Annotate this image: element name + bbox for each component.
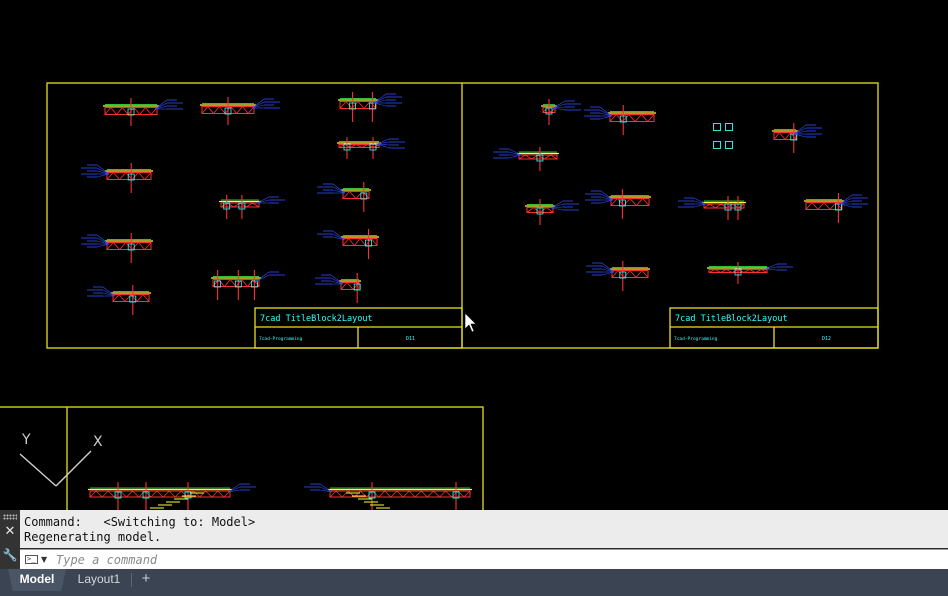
detail-drawing xyxy=(493,147,559,171)
detail-drawing xyxy=(525,199,579,225)
bolt-symbol xyxy=(713,123,721,131)
detail-drawing xyxy=(304,482,472,510)
title-block-1-sheet-no: D11 xyxy=(406,336,415,342)
customize-wrench-icon[interactable]: 🔧 xyxy=(2,547,18,563)
command-history: Command: <Switching to: Model> Regenerat… xyxy=(20,510,948,548)
lower-sheet-frame xyxy=(0,406,484,510)
detail-drawings xyxy=(81,92,868,510)
tab-layout1[interactable]: Layout1 xyxy=(70,569,128,591)
command-input-row: >_ ▼ xyxy=(20,549,948,570)
command-line-grip[interactable]: ✕ 🔧 xyxy=(0,510,21,569)
detail-drawing xyxy=(584,105,656,135)
detail-drawing xyxy=(103,98,183,126)
detail-drawing xyxy=(586,261,650,291)
detail-drawing xyxy=(707,262,793,284)
history-line: Command: <Switching to: Model> xyxy=(24,515,256,529)
model-space-canvas[interactable]: 7cad TitleBlock2Layout 7cad-Programming … xyxy=(0,0,948,510)
title-block-2-sheet-no: D12 xyxy=(822,336,831,342)
ucs-y-axis xyxy=(19,453,57,487)
title-block-2: 7cad TitleBlock2Layout 7cad-Programming … xyxy=(674,314,831,342)
detail-drawing xyxy=(200,97,280,125)
detail-drawing xyxy=(804,193,868,223)
detail-drawing xyxy=(317,229,379,259)
history-line: Regenerating model. xyxy=(24,530,162,544)
mouse-cursor-icon xyxy=(464,312,477,333)
detail-drawing xyxy=(585,189,651,219)
detail-drawing xyxy=(81,233,153,263)
bolt-symbol xyxy=(713,141,721,149)
bolt-symbol xyxy=(725,123,733,131)
add-layout-button[interactable]: + xyxy=(134,569,158,591)
ucs-icon xyxy=(19,450,92,487)
detail-drawing xyxy=(317,182,371,212)
title-block-1: 7cad TitleBlock2Layout 7cad-Programming … xyxy=(259,314,415,342)
title-block-2-author: 7cad-Programming xyxy=(674,336,718,342)
detail-drawing xyxy=(772,123,822,153)
drawing-frames xyxy=(0,82,879,510)
detail-drawing xyxy=(337,137,405,159)
ucs-x-axis xyxy=(55,450,92,487)
detail-drawing xyxy=(338,92,402,122)
close-icon[interactable]: ✕ xyxy=(2,524,18,540)
detail-drawing xyxy=(211,270,285,300)
command-line-panel: ✕ 🔧 Command: <Switching to: Model> Regen… xyxy=(0,510,948,570)
title-block-2-title: 7cad TitleBlock2Layout xyxy=(675,314,788,324)
ucs-x-label: X xyxy=(93,434,103,450)
tab-model[interactable]: Model xyxy=(8,569,66,591)
title-block-1-title: 7cad TitleBlock2Layout xyxy=(260,314,373,324)
detail-drawing xyxy=(541,99,581,125)
terminal-icon: >_ xyxy=(25,555,38,564)
tab-separator xyxy=(131,573,132,587)
detail-drawing xyxy=(87,285,151,315)
detail-drawing xyxy=(315,273,361,303)
command-input[interactable] xyxy=(56,551,916,568)
detail-drawing xyxy=(88,482,256,510)
recent-commands-button[interactable]: >_ ▼ xyxy=(24,552,50,567)
detail-drawing xyxy=(678,196,746,220)
layout-tab-bar: Model Layout1 + xyxy=(0,569,948,596)
drag-handle-icon[interactable] xyxy=(3,514,17,520)
bolt-symbol xyxy=(725,141,733,149)
ucs-y-label: Y xyxy=(21,432,31,448)
detail-drawing xyxy=(81,163,153,193)
title-block-1-author: 7cad-Programming xyxy=(259,336,303,342)
chevron-down-icon: ▼ xyxy=(41,555,48,564)
detail-drawing xyxy=(219,195,285,219)
